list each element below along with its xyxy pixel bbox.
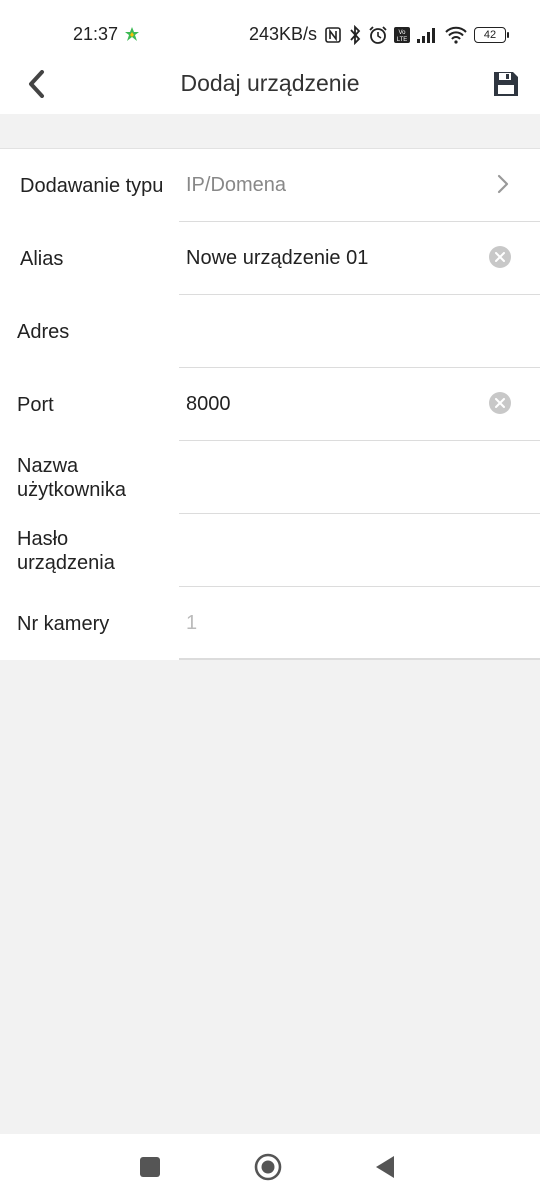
network-speed: 243KB/s xyxy=(249,24,318,44)
password-input[interactable] xyxy=(186,539,476,563)
bluetooth-icon xyxy=(348,25,362,45)
wifi-icon xyxy=(444,26,468,44)
back-triangle-icon xyxy=(374,1155,396,1184)
home-circle-icon xyxy=(254,1153,282,1186)
status-icons: Vo LTE 42 xyxy=(324,24,509,46)
add-type-row[interactable]: Dodawanie typu IP/Domena xyxy=(0,149,540,222)
clear-icon xyxy=(495,398,505,408)
password-row: Hasło urządzenia xyxy=(0,514,540,587)
svg-text:Vo: Vo xyxy=(398,30,406,36)
volte-icon: Vo LTE xyxy=(394,27,410,43)
camera-number-row: Nr kamery 1 xyxy=(0,587,540,660)
screen: 21:37 243KB/s Vo LTE 42 Dodaj urządzenie… xyxy=(0,0,540,1200)
chevron-right-icon xyxy=(494,173,512,195)
section-gap xyxy=(0,114,540,149)
app-notification-icon xyxy=(124,26,140,42)
app-header: Dodaj urządzenie xyxy=(0,62,540,114)
alias-row: Alias Nowe urządzenie 01 xyxy=(0,222,540,295)
port-input[interactable]: 8000 xyxy=(186,393,231,416)
address-row: Adres xyxy=(0,295,540,368)
battery-icon: 42 xyxy=(474,27,509,43)
alias-label: Alias xyxy=(20,248,64,270)
svg-text:LTE: LTE xyxy=(397,37,408,43)
address-label: Adres xyxy=(17,321,70,343)
save-button[interactable] xyxy=(488,68,524,104)
username-row: Nazwa użytkownika xyxy=(0,441,540,514)
row-divider xyxy=(179,658,540,660)
clear-alias-button[interactable] xyxy=(489,246,511,268)
device-form: Dodawanie typu IP/Domena Alias Nowe urzą… xyxy=(0,149,540,660)
status-bar: 21:37 243KB/s Vo LTE 42 xyxy=(0,0,540,62)
alarm-icon xyxy=(368,25,388,45)
recents-button[interactable] xyxy=(135,1154,165,1184)
nfc-icon xyxy=(324,26,342,44)
recents-square-icon xyxy=(140,1156,160,1182)
camera-number-input[interactable]: 1 xyxy=(186,612,197,635)
system-nav-bar xyxy=(0,1134,540,1200)
port-label: Port xyxy=(17,394,54,416)
signal-icon xyxy=(416,27,438,43)
floppy-disk-icon xyxy=(492,70,520,103)
camera-number-label: Nr kamery xyxy=(17,613,110,635)
back-nav-button[interactable] xyxy=(370,1154,400,1184)
add-type-label: Dodawanie typu xyxy=(20,175,164,197)
username-input[interactable] xyxy=(186,466,476,490)
password-label: Hasło urządzenia xyxy=(17,528,115,574)
add-type-value: IP/Domena xyxy=(186,174,287,196)
username-label: Nazwa użytkownika xyxy=(17,455,126,501)
clear-port-button[interactable] xyxy=(489,392,511,414)
page-title: Dodaj urządzenie xyxy=(180,70,360,96)
home-button[interactable] xyxy=(253,1153,283,1186)
alias-input[interactable]: Nowe urządzenie 01 xyxy=(186,247,368,270)
clear-icon xyxy=(495,252,505,262)
status-time: 21:37 xyxy=(73,24,119,44)
address-input[interactable] xyxy=(186,320,476,344)
port-row: Port 8000 xyxy=(0,368,540,441)
